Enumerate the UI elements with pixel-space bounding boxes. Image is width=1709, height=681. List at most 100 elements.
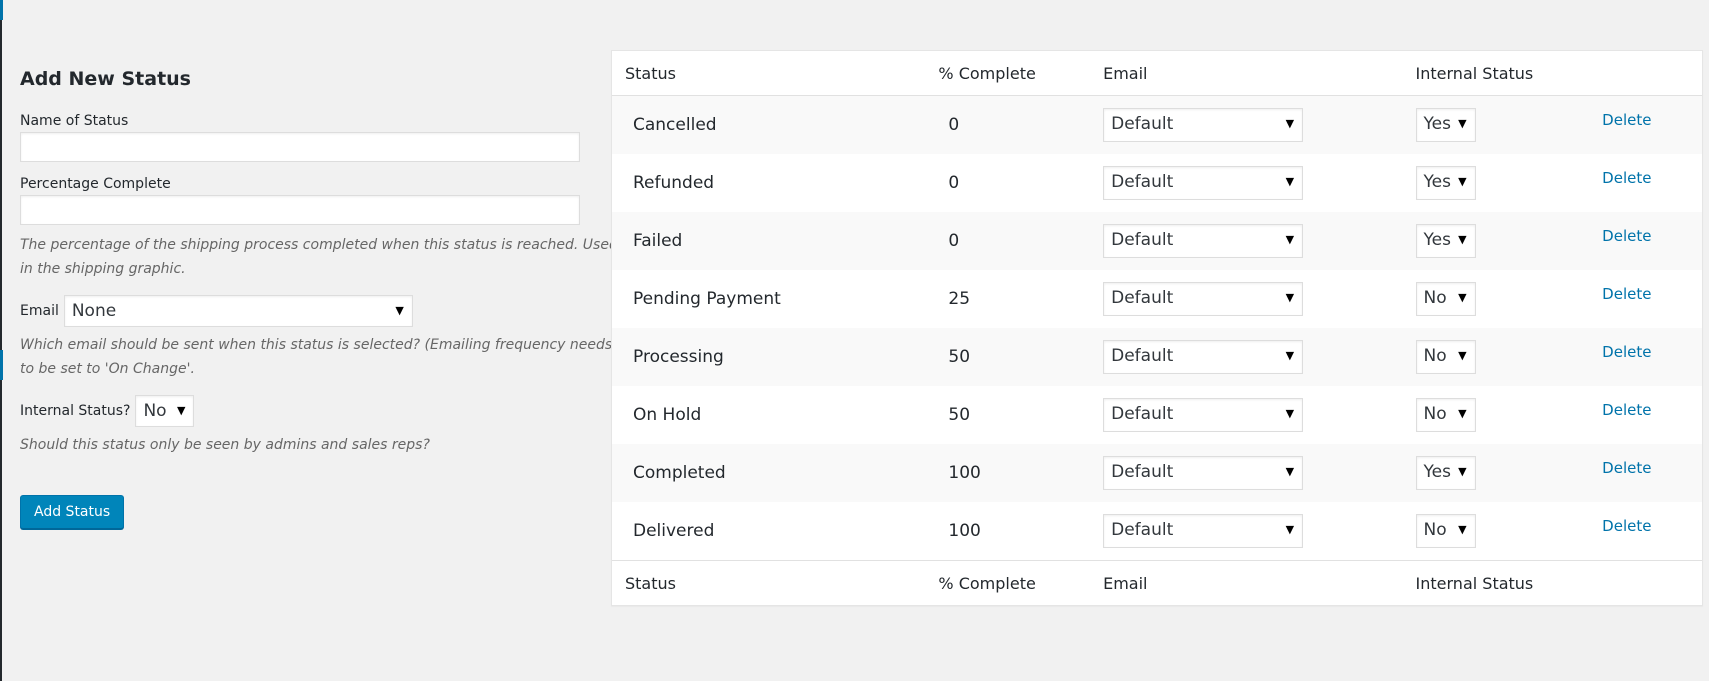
percent-complete: 100 (948, 521, 981, 541)
chevron-down-icon: ▼ (1285, 233, 1295, 246)
delete-link[interactable]: Delete (1602, 401, 1651, 419)
status-name: Processing (633, 347, 724, 367)
delete-link[interactable]: Delete (1602, 111, 1651, 129)
table-row: Completed 100 Default ▼ Yes ▼ Delete (612, 444, 1702, 502)
percentage-complete-input[interactable] (20, 194, 580, 225)
row-internal-value: No (1423, 520, 1447, 540)
percent-complete: 25 (948, 289, 971, 309)
status-name: Pending Payment (633, 289, 781, 309)
delete-link[interactable]: Delete (1602, 169, 1651, 187)
status-name: Completed (633, 463, 726, 483)
delete-link[interactable]: Delete (1602, 227, 1651, 245)
row-email-value: Default (1111, 404, 1174, 424)
column-header-percent-complete[interactable]: % Complete (938, 64, 1103, 83)
table-row: Delivered 100 Default ▼ No ▼ Delete (612, 502, 1702, 560)
percent-complete: 100 (948, 463, 981, 483)
table-row: Processing 50 Default ▼ No ▼ Delete (612, 328, 1702, 386)
chevron-down-icon: ▼ (1285, 117, 1295, 130)
row-email-value: Default (1111, 230, 1174, 250)
email-label: Email (20, 302, 59, 319)
page: Add New Status Name of Status Percentage… (0, 0, 1709, 681)
internal-status-select[interactable]: No ▼ (135, 394, 195, 427)
form-title: Add New Status (20, 68, 191, 90)
chevron-down-icon: ▼ (1458, 175, 1467, 188)
percentage-complete-label: Percentage Complete (20, 175, 171, 192)
row-internal-status-select[interactable]: No ▼ (1415, 514, 1476, 548)
status-name: Cancelled (633, 115, 717, 135)
email-select-value: None (71, 300, 117, 321)
row-internal-status-select[interactable]: No ▼ (1415, 398, 1476, 432)
row-internal-value: Yes (1423, 230, 1451, 250)
row-email-select[interactable]: Default ▼ (1103, 108, 1304, 142)
table-footer: Status % Complete Email Internal Status (612, 560, 1702, 605)
table-header: Status % Complete Email Internal Status (612, 51, 1702, 96)
row-internal-status-select[interactable]: Yes ▼ (1415, 108, 1476, 142)
row-email-select[interactable]: Default ▼ (1103, 456, 1304, 490)
column-header-status[interactable]: Status (612, 64, 938, 83)
percent-complete: 0 (948, 231, 960, 251)
row-email-value: Default (1111, 462, 1174, 482)
delete-link[interactable]: Delete (1602, 459, 1651, 477)
email-select[interactable]: None ▼ (63, 294, 413, 327)
percent-complete: 0 (948, 115, 960, 135)
table-row: Refunded 0 Default ▼ Yes ▼ Delete (612, 154, 1702, 212)
row-internal-status-select[interactable]: No ▼ (1415, 282, 1476, 316)
internal-status-select-value: No (143, 400, 167, 421)
column-header-internal-status[interactable]: Internal Status (1416, 64, 1603, 83)
chevron-down-icon: ▼ (1285, 291, 1295, 304)
row-email-select[interactable]: Default ▼ (1103, 224, 1304, 258)
name-of-status-input[interactable] (20, 131, 580, 162)
row-internal-value: Yes (1423, 172, 1451, 192)
table-row: Failed 0 Default ▼ Yes ▼ Delete (612, 212, 1702, 270)
chevron-down-icon: ▼ (1458, 117, 1467, 130)
email-help-text: Which email should be sent when this sta… (20, 336, 613, 377)
row-email-select[interactable]: Default ▼ (1103, 398, 1304, 432)
chevron-down-icon: ▼ (1458, 291, 1467, 304)
row-internal-value: No (1423, 404, 1447, 424)
row-internal-value: Yes (1423, 462, 1451, 482)
percent-complete: 50 (948, 347, 971, 367)
row-internal-status-select[interactable]: No ▼ (1415, 340, 1476, 374)
row-email-value: Default (1111, 346, 1174, 366)
table-row: Cancelled 0 Default ▼ Yes ▼ Delete (612, 96, 1702, 154)
chevron-down-icon: ▼ (1458, 407, 1467, 420)
row-internal-status-select[interactable]: Yes ▼ (1415, 166, 1476, 200)
row-internal-value: Yes (1423, 114, 1451, 134)
chevron-down-icon: ▼ (1458, 523, 1467, 536)
chevron-down-icon: ▼ (1458, 349, 1467, 362)
internal-status-help-text: Should this status only be seen by admin… (20, 436, 430, 453)
internal-status-label: Internal Status? (20, 402, 131, 419)
column-footer-status[interactable]: Status (612, 574, 938, 593)
admin-menu-edge (0, 350, 3, 380)
row-email-select[interactable]: Default ▼ (1103, 340, 1304, 374)
percentage-help-text: The percentage of the shipping process c… (20, 236, 618, 277)
table-row: Pending Payment 25 Default ▼ No ▼ Delete (612, 270, 1702, 328)
delete-link[interactable]: Delete (1602, 517, 1651, 535)
status-name: Failed (633, 231, 683, 251)
status-name: Delivered (633, 521, 715, 541)
row-email-value: Default (1111, 114, 1174, 134)
table-row: On Hold 50 Default ▼ No ▼ Delete (612, 386, 1702, 444)
add-status-button[interactable]: Add Status (20, 494, 125, 529)
chevron-down-icon: ▼ (1285, 465, 1295, 478)
row-email-value: Default (1111, 288, 1174, 308)
percent-complete: 50 (948, 405, 971, 425)
row-email-value: Default (1111, 172, 1174, 192)
column-footer-email[interactable]: Email (1103, 574, 1415, 593)
column-header-email[interactable]: Email (1103, 64, 1415, 83)
column-footer-percent-complete[interactable]: % Complete (938, 574, 1103, 593)
row-internal-status-select[interactable]: Yes ▼ (1415, 224, 1476, 258)
add-status-form: Add New Status Name of Status Percentage… (20, 68, 618, 529)
chevron-down-icon: ▼ (1458, 465, 1467, 478)
delete-link[interactable]: Delete (1602, 343, 1651, 361)
row-email-select[interactable]: Default ▼ (1103, 166, 1304, 200)
delete-link[interactable]: Delete (1602, 285, 1651, 303)
row-email-select[interactable]: Default ▼ (1103, 514, 1304, 548)
chevron-down-icon: ▼ (1458, 233, 1467, 246)
row-internal-status-select[interactable]: Yes ▼ (1415, 456, 1476, 490)
email-row: Email None ▼ (20, 294, 610, 327)
column-footer-internal-status[interactable]: Internal Status (1416, 574, 1603, 593)
row-email-select[interactable]: Default ▼ (1103, 282, 1304, 316)
internal-status-row: Internal Status? No ▼ (20, 394, 610, 427)
row-email-value: Default (1111, 520, 1174, 540)
